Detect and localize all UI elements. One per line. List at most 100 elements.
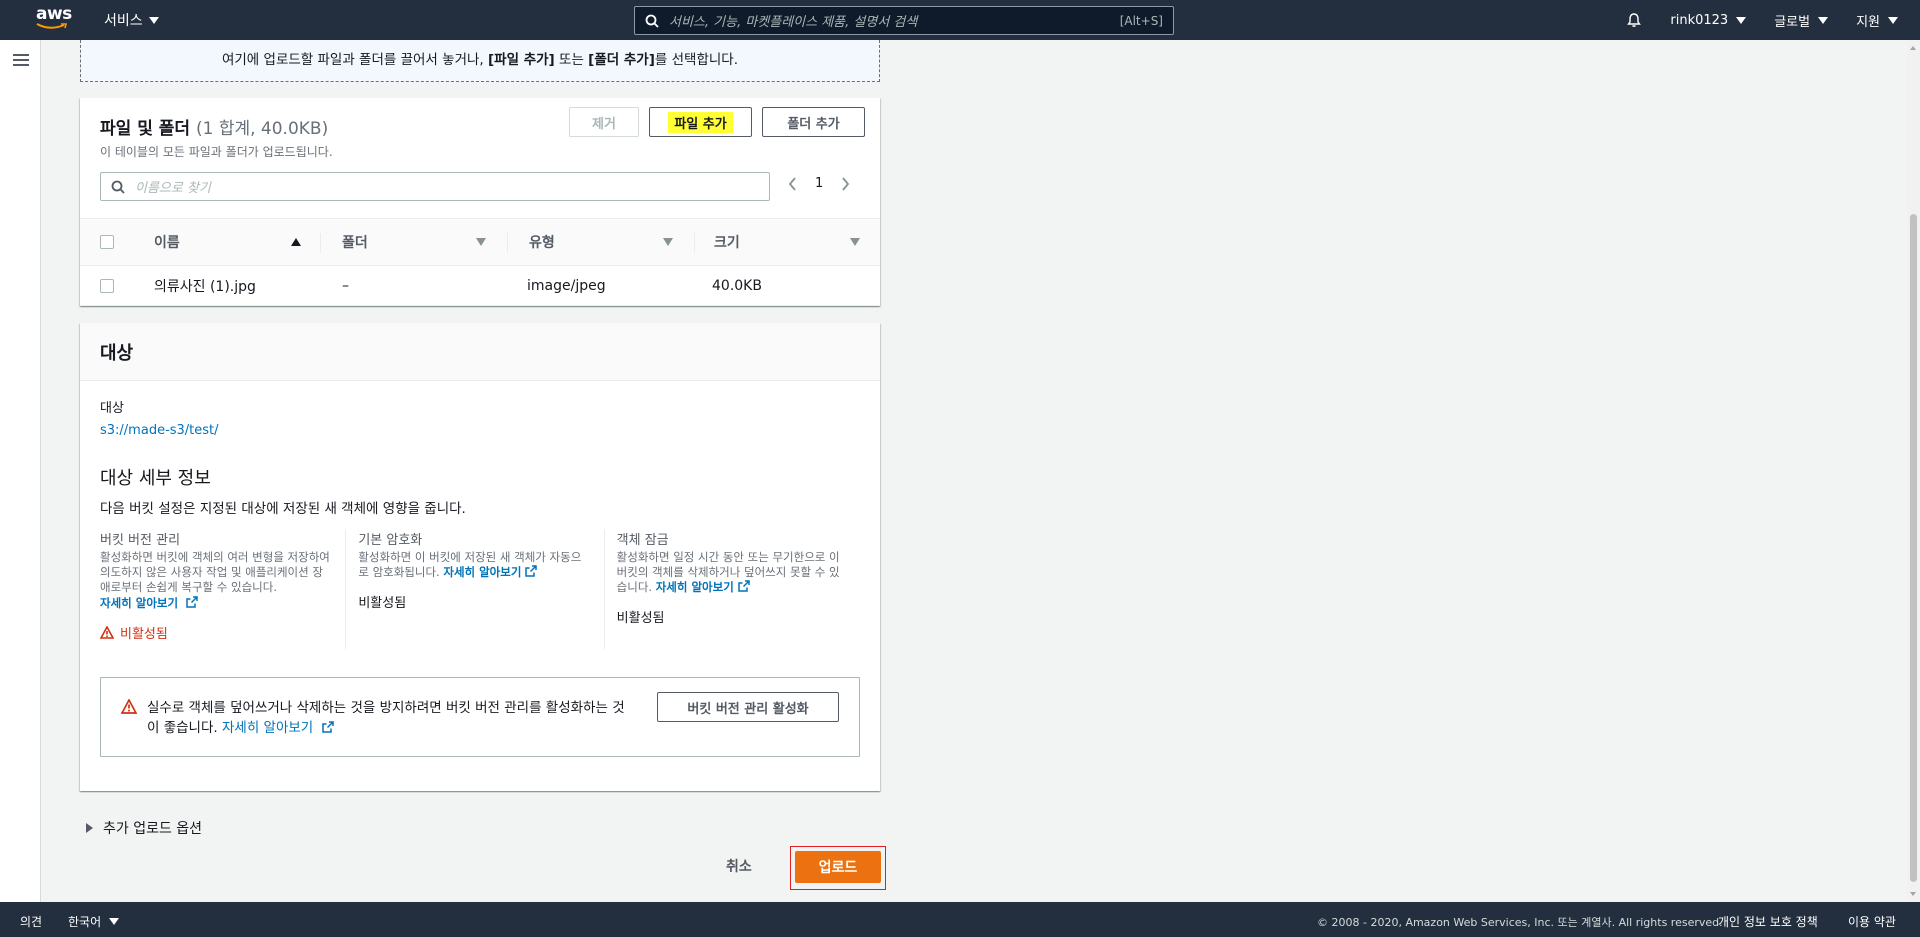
pagination: 1	[788, 176, 850, 191]
destination-header: 대상	[80, 323, 880, 381]
versioning-status: 비활성됨	[100, 623, 333, 642]
object-lock-status: 비활성됨	[616, 611, 665, 626]
column-header-size[interactable]: 크기	[714, 232, 740, 252]
encryption-learn-more-link[interactable]: 자세히 알아보기	[443, 565, 521, 579]
upload-button[interactable]: 업로드	[795, 851, 881, 883]
table-header: 이름 폴더 유형 크기	[80, 218, 880, 266]
additional-options-label: 추가 업로드 옵션	[103, 821, 203, 837]
row-checkbox[interactable]	[100, 278, 114, 293]
external-link-icon	[321, 721, 334, 733]
destination-path-link[interactable]: s3://made-s3/test/	[100, 423, 219, 438]
services-label: 서비스	[104, 13, 143, 29]
column-header-name[interactable]: 이름	[154, 232, 180, 252]
add-files-button[interactable]: 파일 추가	[649, 107, 752, 137]
destination-panel: 대상 대상 s3://made-s3/test/ 대상 세부 정보 다음 버킷 …	[80, 323, 880, 791]
sort-ascending-icon[interactable]	[291, 238, 301, 246]
files-search-placeholder: 이름으로 찾기	[135, 181, 211, 196]
caret-down-icon	[1818, 16, 1829, 24]
upload-dropzone[interactable]: 여기에 업로드할 파일과 폴더를 끌어서 놓거나, [파일 추가] 또는 [폴더…	[80, 40, 880, 82]
dropzone-text: 또는	[554, 52, 589, 68]
scroll-up-arrow-icon[interactable]	[1910, 46, 1916, 50]
menu-icon[interactable]	[13, 54, 29, 67]
feedback-link[interactable]: 의견	[20, 913, 42, 930]
notifications-button[interactable]	[1612, 12, 1656, 28]
alert-text: 실수로 객체를 덮어쓰거나 삭제하는 것을 방지하려면 버킷 버전 관리를 활성…	[147, 700, 625, 736]
aws-logo[interactable]: aws	[36, 6, 72, 34]
scrollbar-thumb[interactable]	[1910, 214, 1917, 882]
external-link-icon	[525, 565, 538, 577]
dropzone-text: 를 선택합니다.	[654, 52, 739, 68]
warning-icon	[100, 626, 114, 639]
files-description: 이 테이블의 모든 파일과 폴더가 업로드됩니다.	[100, 145, 333, 159]
dropzone-add-folder-ref: [폴더 추가]	[588, 52, 655, 68]
versioning-learn-more-link[interactable]: 자세히 알아보기	[100, 596, 178, 610]
chevron-right-icon[interactable]	[841, 176, 850, 191]
warning-icon	[121, 699, 137, 714]
add-files-label: 파일 추가	[668, 111, 733, 133]
support-menu[interactable]: 지원	[1842, 11, 1920, 30]
services-menu[interactable]: 서비스	[104, 10, 159, 30]
dropzone-text: 여기에 업로드할 파일과 폴더를 끌어서 놓거나,	[221, 52, 488, 68]
footer: 의견 한국어 © 2008 - 2020, Amazon Web Service…	[0, 902, 1920, 937]
enable-versioning-button[interactable]: 버킷 버전 관리 활성화	[657, 692, 839, 722]
destination-label: 대상	[100, 401, 124, 416]
destination-title: 대상	[100, 343, 134, 364]
search-icon	[645, 14, 659, 28]
file-name: 의류사진 (1).jpg	[154, 278, 256, 295]
table-row[interactable]: 의류사진 (1).jpg – image/jpeg 40.0KB	[80, 266, 880, 306]
top-navigation: aws 서비스 서비스, 기능, 마켓플레이스 제품, 설명서 검색 [Alt+…	[0, 0, 1920, 40]
versioning-info: 버킷 버전 관리 활성화하면 버킷에 객체의 여러 변형을 저장하여 의도하지 …	[100, 529, 345, 649]
alert-learn-more-link[interactable]: 자세히 알아보기	[222, 720, 313, 736]
cancel-button[interactable]: 취소	[726, 856, 752, 876]
caret-down-icon	[148, 16, 159, 24]
sort-icon[interactable]	[476, 238, 486, 246]
destination-details-desc: 다음 버킷 설정은 지정된 대상에 저장된 새 객체에 영향을 줍니다.	[100, 501, 466, 517]
account-menu[interactable]: rink0123	[1656, 13, 1760, 28]
page-number[interactable]: 1	[815, 176, 823, 191]
alert-message: 실수로 객체를 덮어쓰거나 삭제하는 것을 방지하려면 버킷 버전 관리를 활성…	[147, 698, 637, 738]
files-search-input[interactable]: 이름으로 찾기	[100, 172, 770, 201]
column-label: 유형	[529, 235, 555, 251]
page-scrollbar[interactable]	[1907, 40, 1920, 902]
sort-icon[interactable]	[850, 238, 860, 246]
caret-right-icon	[86, 823, 93, 833]
remove-button[interactable]: 제거	[569, 107, 639, 137]
versioning-alert: 실수로 객체를 덮어쓰거나 삭제하는 것을 방지하려면 버킷 버전 관리를 활성…	[100, 677, 860, 757]
file-folder: –	[342, 277, 349, 294]
language-selector[interactable]: 한국어	[68, 913, 120, 930]
privacy-policy-link[interactable]: 개인 정보 보호 정책	[1718, 913, 1818, 930]
file-type: image/jpeg	[527, 277, 606, 294]
global-search-input[interactable]: 서비스, 기능, 마켓플레이스 제품, 설명서 검색 [Alt+S]	[634, 6, 1174, 35]
select-all-checkbox[interactable]	[100, 235, 114, 249]
caret-down-icon	[1888, 16, 1898, 24]
caret-down-icon	[109, 918, 120, 925]
add-folder-button[interactable]: 폴더 추가	[762, 107, 865, 137]
aws-logo-text: aws	[36, 4, 72, 24]
column-label: 크기	[714, 235, 740, 251]
language-label: 한국어	[68, 915, 102, 929]
scroll-down-arrow-icon[interactable]	[1910, 892, 1916, 896]
files-count: (1 합계, 40.0KB)	[195, 119, 329, 139]
encryption-heading: 기본 암호화	[358, 533, 423, 548]
region-menu[interactable]: 글로벌	[1760, 11, 1842, 30]
versioning-desc: 활성화하면 버킷에 객체의 여러 변형을 저장하여 의도하지 않은 사용자 작업…	[100, 550, 330, 594]
column-header-type[interactable]: 유형	[529, 232, 555, 252]
chevron-left-icon[interactable]	[788, 176, 797, 191]
files-folders-panel: 파일 및 폴더 (1 합계, 40.0KB) 이 테이블의 모든 파일과 폴더가…	[80, 98, 880, 306]
search-placeholder: 서비스, 기능, 마켓플레이스 제품, 설명서 검색	[669, 15, 918, 30]
copyright-text: © 2008 - 2020, Amazon Web Services, Inc.…	[1317, 916, 1723, 929]
object-lock-heading: 객체 잠금	[616, 533, 669, 548]
dropzone-add-files-ref: [파일 추가]	[488, 52, 555, 68]
column-header-folder[interactable]: 폴더	[342, 232, 368, 252]
external-link-icon	[185, 596, 198, 608]
versioning-status-text: 비활성됨	[120, 627, 168, 642]
sort-icon[interactable]	[663, 238, 673, 246]
additional-upload-options-toggle[interactable]: 추가 업로드 옵션	[86, 818, 202, 838]
file-size: 40.0KB	[712, 277, 762, 294]
column-label: 이름	[154, 235, 180, 251]
terms-link[interactable]: 이용 약관	[1848, 913, 1896, 930]
object-lock-info: 객체 잠금 활성화하면 일정 시간 동안 또는 무기한으로 이 버킷의 객체를 …	[603, 529, 862, 649]
object-lock-learn-more-link[interactable]: 자세히 알아보기	[656, 580, 734, 594]
support-label: 지원	[1856, 14, 1880, 30]
search-icon	[111, 180, 125, 194]
